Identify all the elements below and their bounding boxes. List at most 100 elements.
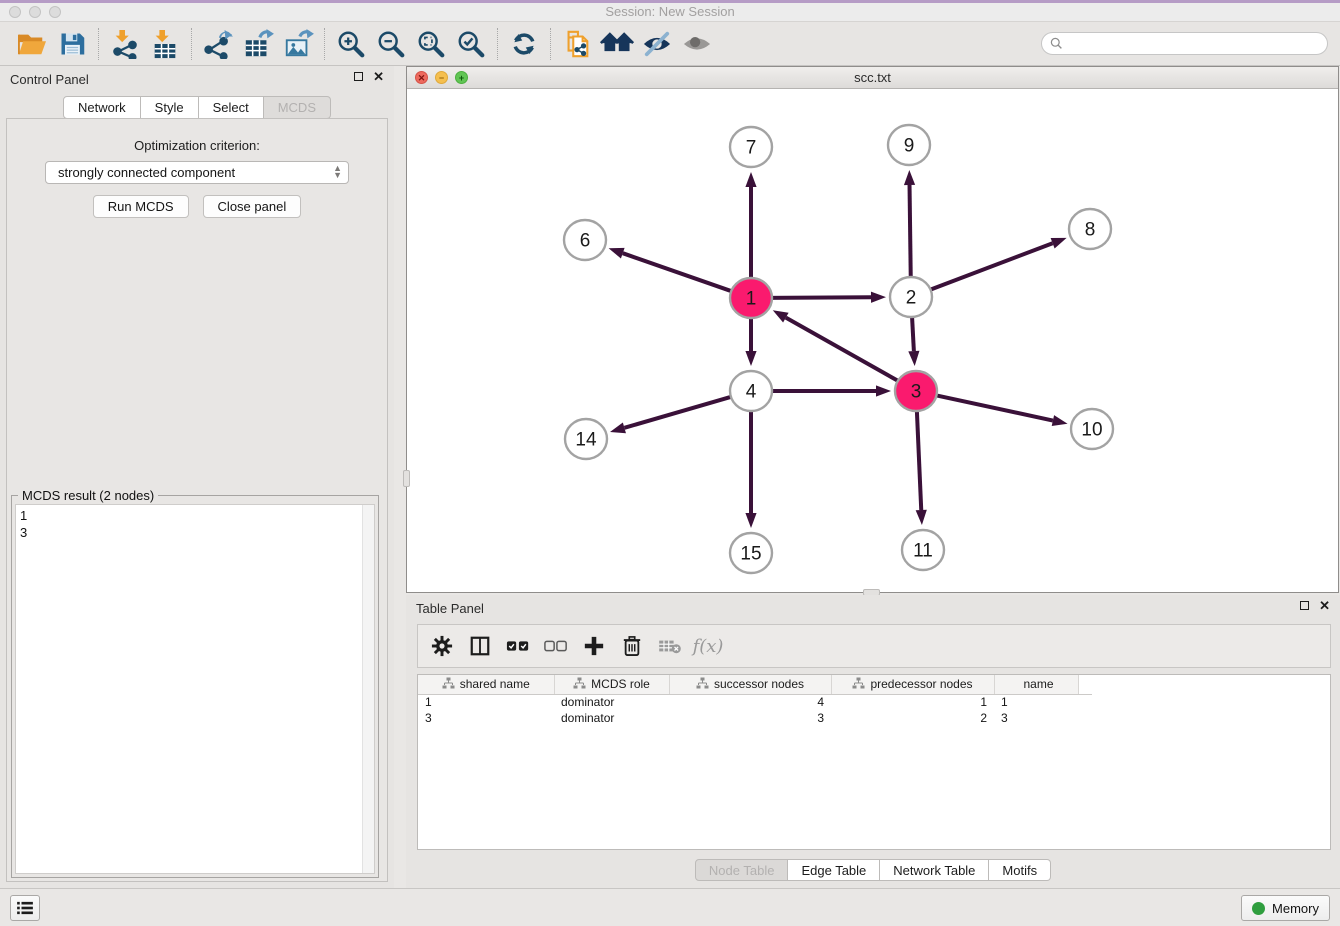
column-header-name[interactable]: name: [994, 675, 1078, 694]
table-panel: Table Panel ✕: [406, 595, 1340, 888]
edge-3-to-10[interactable]: [934, 395, 1053, 421]
select-all-button[interactable]: [502, 630, 534, 662]
graph-node-14[interactable]: 14: [565, 419, 607, 459]
graph-node-6[interactable]: 6: [564, 220, 606, 260]
function-builder-button[interactable]: f(x): [692, 630, 724, 662]
first-neighbors-button[interactable]: [597, 26, 637, 62]
fit-content-button[interactable]: [411, 26, 451, 62]
tab-node-table[interactable]: Node Table: [695, 859, 789, 881]
float-table-panel-icon[interactable]: [1300, 601, 1309, 610]
node-label: 7: [746, 138, 757, 159]
column-header-successor-nodes[interactable]: successor nodes: [669, 675, 831, 694]
hide-selected-button[interactable]: [637, 26, 677, 62]
export-table-button[interactable]: [238, 26, 278, 62]
table-toolbar: f(x): [417, 624, 1331, 668]
graph-node-1[interactable]: 1: [730, 278, 772, 318]
delete-columns-button[interactable]: [616, 630, 648, 662]
table-cell[interactable]: 3: [994, 710, 1078, 726]
tab-network-table[interactable]: Network Table: [880, 859, 989, 881]
column-header-shared-name[interactable]: shared name: [418, 675, 554, 694]
close-table-panel-icon[interactable]: ✕: [1319, 601, 1330, 610]
edge-2-to-9[interactable]: [910, 185, 911, 279]
import-table-button[interactable]: [145, 26, 185, 62]
search-input[interactable]: [1068, 36, 1319, 52]
table-cell[interactable]: dominator: [554, 694, 669, 710]
export-network-button[interactable]: [198, 26, 238, 62]
table-cell[interactable]: 1: [418, 694, 554, 710]
toolbar-separator: [324, 28, 325, 60]
copy-network-button[interactable]: [557, 26, 597, 62]
edge-4-to-14[interactable]: [624, 396, 733, 428]
edge-3-to-11[interactable]: [917, 409, 921, 510]
edge-arrowhead: [871, 292, 886, 303]
graph-node-3[interactable]: 3: [895, 371, 937, 411]
fit-selected-button[interactable]: [451, 26, 491, 62]
table-settings-button[interactable]: [426, 630, 458, 662]
table-cell[interactable]: 1: [994, 694, 1078, 710]
table-cell[interactable]: 2: [831, 710, 994, 726]
memory-label: Memory: [1272, 901, 1319, 916]
memory-button[interactable]: Memory: [1241, 895, 1330, 921]
table-cell[interactable]: 1: [831, 694, 994, 710]
tab-network[interactable]: Network: [63, 96, 141, 119]
edge-2-to-8[interactable]: [928, 243, 1053, 290]
tab-edge-table[interactable]: Edge Table: [788, 859, 880, 881]
node-table-container[interactable]: shared nameMCDS rolesuccessor nodesprede…: [417, 674, 1331, 850]
float-panel-icon[interactable]: [354, 72, 363, 81]
show-columns-button[interactable]: [464, 630, 496, 662]
export-table-icon: [242, 29, 274, 59]
table-row[interactable]: 1dominator411: [418, 694, 1092, 710]
table-cell[interactable]: 3: [418, 710, 554, 726]
edge-1-to-6[interactable]: [623, 253, 734, 292]
tab-motifs[interactable]: Motifs: [989, 859, 1051, 881]
column-header-MCDS-role[interactable]: MCDS role: [554, 675, 669, 694]
export-image-icon: [282, 29, 314, 59]
delete-table-button[interactable]: [654, 630, 686, 662]
edge-1-to-2[interactable]: [769, 297, 871, 298]
table-row[interactable]: 3dominator323: [418, 710, 1092, 726]
tab-style[interactable]: Style: [141, 96, 199, 119]
graph-node-11[interactable]: 11: [902, 530, 944, 570]
close-panel-button[interactable]: Close panel: [203, 195, 302, 218]
open-session-button[interactable]: [12, 26, 52, 62]
node-label: 14: [575, 430, 597, 451]
result-scrollbar[interactable]: [362, 505, 374, 873]
graph-node-7[interactable]: 7: [730, 127, 772, 167]
graph-node-4[interactable]: 4: [730, 371, 772, 411]
table-cell[interactable]: 3: [669, 710, 831, 726]
edge-2-to-3[interactable]: [912, 315, 914, 351]
close-panel-icon[interactable]: ✕: [373, 72, 384, 81]
mcds-result-area[interactable]: 1 3: [15, 504, 375, 874]
graph-node-8[interactable]: 8: [1069, 209, 1111, 249]
table-cell[interactable]: dominator: [554, 710, 669, 726]
graph-node-9[interactable]: 9: [888, 125, 930, 165]
list-icon: [16, 901, 34, 915]
export-image-button[interactable]: [278, 26, 318, 62]
column-header-predecessor-nodes[interactable]: predecessor nodes: [831, 675, 994, 694]
table-cell[interactable]: 4: [669, 694, 831, 710]
add-column-button[interactable]: [578, 630, 610, 662]
tab-mcds[interactable]: MCDS: [264, 96, 331, 119]
main-titlebar[interactable]: Session: New Session: [0, 3, 1340, 22]
import-network-button[interactable]: [105, 26, 145, 62]
update-network-button[interactable]: [504, 26, 544, 62]
vertical-splitter-grip[interactable]: [403, 470, 410, 487]
network-graph[interactable]: 7 9 6 8 1 2 4 3 14 10 15 11: [407, 89, 1338, 592]
zoom-in-button[interactable]: [331, 26, 371, 62]
show-all-button[interactable]: [677, 26, 717, 62]
edge-3-to-1[interactable]: [786, 318, 900, 383]
graph-node-15[interactable]: 15: [730, 533, 772, 573]
graph-node-2[interactable]: 2: [890, 277, 932, 317]
criterion-select[interactable]: strongly connected component ▲▼: [45, 161, 349, 184]
run-mcds-button[interactable]: Run MCDS: [93, 195, 189, 218]
task-history-button[interactable]: [10, 895, 40, 921]
zoom-out-button[interactable]: [371, 26, 411, 62]
deselect-all-button[interactable]: [540, 630, 572, 662]
network-canvas[interactable]: 7 9 6 8 1 2 4 3 14 10 15 11: [407, 89, 1338, 592]
search-box[interactable]: [1041, 32, 1328, 55]
tab-select[interactable]: Select: [199, 96, 264, 119]
import-table-icon: [150, 29, 180, 59]
network-window-titlebar[interactable]: ✕ − + scc.txt: [407, 67, 1338, 89]
save-session-button[interactable]: [52, 26, 92, 62]
graph-node-10[interactable]: 10: [1071, 409, 1113, 449]
